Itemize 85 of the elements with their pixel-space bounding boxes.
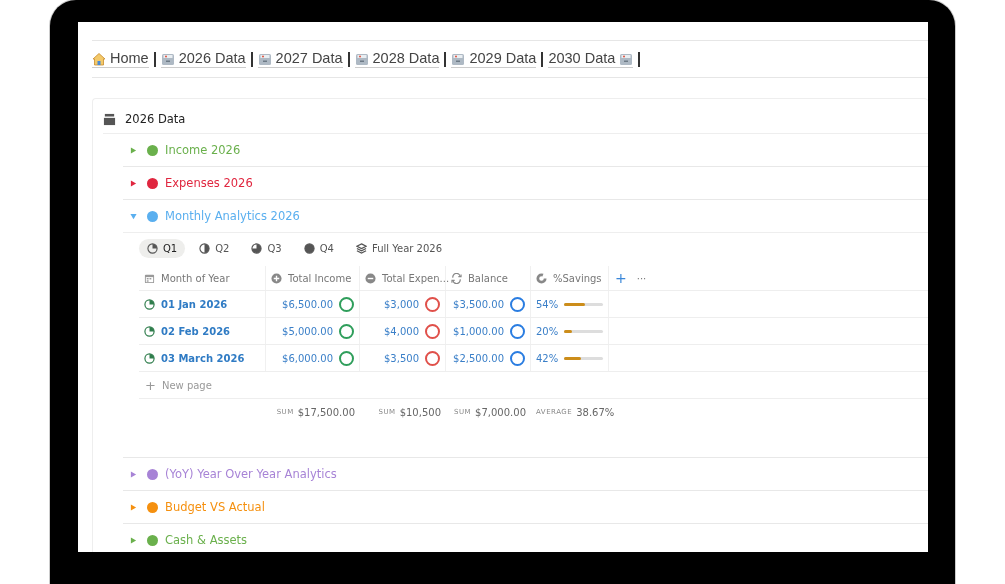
ring-icon [510,323,525,339]
aggregate-value: $7,000.00 [475,406,526,418]
toggle-triangle-icon[interactable] [130,470,137,478]
month-link[interactable]: 02 Feb 2026 [161,325,231,337]
toggle-triangle-icon[interactable] [130,146,137,154]
expense-value: $3,500 [384,352,419,364]
drawer-icon [257,51,272,66]
plus-circle-icon [271,272,282,284]
toggle-triangle-icon[interactable] [130,179,137,187]
column-header[interactable]: Total Expen... [360,266,446,290]
breadcrumb-link[interactable]: 2026 Data [160,50,246,68]
separator-bar [444,51,447,67]
ring-icon [339,296,354,312]
month-link[interactable]: 03 March 2026 [161,352,245,364]
more-options-button[interactable]: ··· [636,272,647,284]
toggle-triangle-icon[interactable] [130,212,137,220]
breadcrumb-link[interactable]: 2029 Data [451,50,537,68]
drawer-icon [451,51,466,66]
breadcrumb-link[interactable]: 2030 Data [548,50,634,68]
house-icon [92,51,106,66]
view-tab[interactable]: Q1 [139,239,186,258]
new-page-button[interactable]: + New page [139,372,928,399]
ring-icon [510,296,525,312]
balance-value: $2,500.00 [453,352,504,364]
pie-icon [144,298,155,310]
section-title[interactable]: Cash & Assets [165,533,248,547]
savings-percent: 20% [536,325,559,337]
pie-icon [251,243,263,254]
separator-bar [250,51,253,67]
separator-bar [541,51,544,67]
section-title[interactable]: Monthly Analytics 2026 [165,209,300,223]
separator-bar [347,51,350,67]
income-value: $6,000.00 [282,352,333,364]
section-title[interactable]: Expenses 2026 [165,176,253,190]
ring-icon [510,350,525,366]
section-title[interactable]: Income 2026 [165,143,241,157]
month-link[interactable]: 01 Jan 2026 [161,298,228,310]
breadcrumb-link[interactable]: Home [92,50,149,68]
aggregate-value: $17,500.00 [297,406,355,418]
calendar-icon [144,272,155,284]
column-header[interactable]: Month of Year [139,266,266,290]
toggle-triangle-icon[interactable] [130,503,137,511]
pie-icon [147,243,158,254]
pie-icon [144,352,155,364]
breadcrumb-link[interactable]: 2028 Data [354,50,440,68]
ring-icon [425,296,440,312]
drawer-icon [354,51,369,66]
ring-icon [425,323,440,339]
expense-value: $4,000 [384,325,419,337]
separator-bar [638,51,641,67]
column-header[interactable]: %Savings [531,266,609,290]
layers-icon [355,243,367,254]
aggregate-value: 38.67% [576,406,615,418]
view-tab[interactable]: Q3 [243,239,290,258]
view-tab[interactable]: Q4 [295,239,342,258]
savings-percent: 54% [536,298,559,310]
ring-icon [339,350,354,366]
exchange-icon [451,272,462,284]
drawer-icon [160,51,175,66]
savings-percent: 42% [536,352,559,364]
ring-icon [425,350,440,366]
pie-icon [199,243,211,254]
pie-icon [144,325,155,337]
page-title: 2026 Data [125,112,186,126]
pie-icon [303,243,315,254]
income-value: $5,000.00 [282,325,333,337]
progress-ring-icon [536,272,547,284]
toggle-triangle-icon[interactable] [130,536,137,544]
breadcrumb-link[interactable]: 2027 Data [257,50,343,68]
aggregate-value: $10,500 [399,406,441,418]
view-tab[interactable]: Q2 [191,239,238,258]
column-header[interactable]: Total Income [266,266,360,290]
column-header[interactable]: Balance [446,266,531,290]
add-column-button[interactable]: + [615,270,627,286]
separator-bar [153,51,156,67]
income-value: $6,500.00 [282,298,333,310]
ring-icon [339,323,354,339]
section-title[interactable]: (YoY) Year Over Year Analytics [165,467,337,481]
minus-circle-icon [365,272,376,284]
balance-value: $3,500.00 [453,298,504,310]
view-tab[interactable]: Full Year 2026 [347,239,450,258]
expense-value: $3,000 [384,298,419,310]
balance-value: $1,000.00 [453,325,504,337]
archive-icon [103,112,116,126]
drawer-icon [619,51,634,66]
